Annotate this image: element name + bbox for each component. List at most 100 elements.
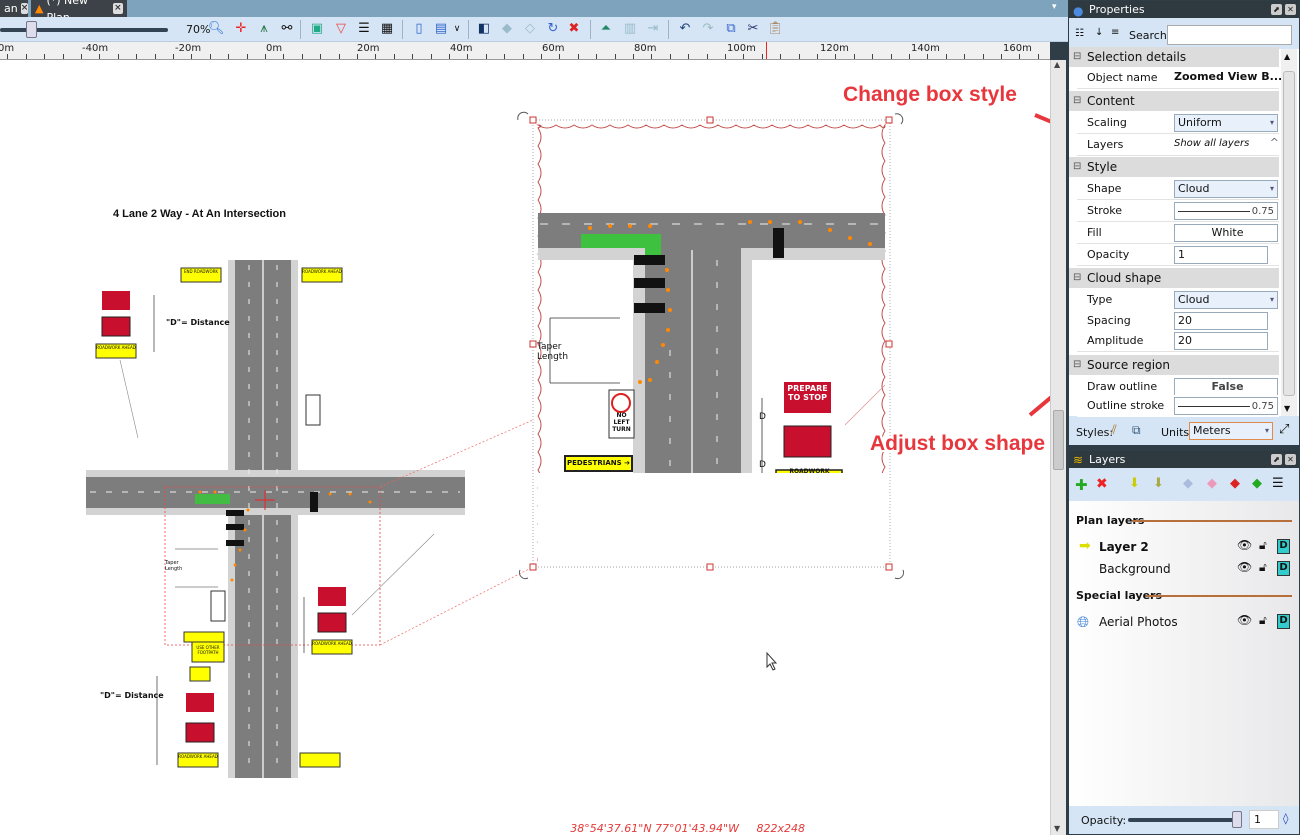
styles-icon[interactable]: ⫽ — [1111, 423, 1117, 438]
undo-icon[interactable]: ↶ — [677, 21, 693, 37]
send-back-icon[interactable]: ◇ — [522, 21, 538, 37]
spacing-input[interactable]: 20 — [1174, 312, 1268, 330]
cut-icon[interactable]: ✂ — [745, 21, 761, 37]
display-icon[interactable]: D — [1277, 561, 1290, 576]
scroll-down-icon[interactable]: ▼ — [1054, 824, 1060, 833]
display-icon[interactable]: D — [1277, 614, 1290, 629]
units-dropdown[interactable]: Meters — [1189, 422, 1273, 440]
crosshair-icon[interactable]: ✛ — [233, 21, 249, 37]
layer-row-aerial-photos[interactable]: 🌐︎ Aerial Photos 👁︎ 🔓︎ D — [1069, 613, 1299, 633]
flip-icon[interactable]: ⏶ — [598, 21, 614, 37]
stroke-field[interactable]: 0.75 — [1174, 202, 1278, 220]
scrollbar-thumb[interactable] — [1053, 410, 1064, 470]
close-icon[interactable]: ✕ — [1285, 454, 1296, 465]
layer-opacity-input[interactable]: 1 — [1249, 810, 1279, 829]
scroll-up-icon[interactable]: ▲ — [1054, 60, 1060, 69]
layer-opacity-slider-handle[interactable] — [1232, 811, 1242, 828]
object-name-value[interactable]: Zoomed View B... — [1174, 70, 1282, 83]
outline-stroke-field[interactable]: 0.75 — [1174, 397, 1278, 415]
layer-properties-icon[interactable]: ☰ — [1272, 476, 1284, 491]
visibility-eye-icon[interactable]: 👁︎ — [1237, 560, 1252, 574]
style-manager-icon[interactable]: ⧉ — [1132, 423, 1141, 438]
layer-top-icon[interactable]: ◆ — [1230, 476, 1240, 491]
section-cloud-shape[interactable]: Cloud shape — [1069, 268, 1279, 288]
merge-layer-icon[interactable]: ⬇ — [1153, 476, 1164, 491]
distribute-icon[interactable]: ⇥ — [645, 21, 661, 37]
ruler-tick — [890, 54, 892, 59]
vertical-scrollbar[interactable]: ▲ ▼ — [1050, 60, 1066, 835]
properties-scrollbar[interactable]: ▲ ▼ — [1281, 49, 1297, 416]
table-icon[interactable]: ▦ — [379, 21, 395, 37]
paste-icon[interactable]: 📋︎ — [767, 21, 784, 37]
plan-canvas[interactable]: 4 Lane 2 Way - At An Intersection "D"= D… — [0, 60, 1050, 835]
shape-dropdown[interactable]: Cloud — [1174, 180, 1278, 198]
search-input[interactable] — [1167, 25, 1292, 45]
section-content[interactable]: Content — [1069, 91, 1279, 111]
group-icon[interactable]: ◧ — [476, 21, 492, 37]
sort-icon[interactable]: ↓ — [1095, 27, 1103, 38]
import-layer-icon[interactable]: ⬇ — [1129, 476, 1140, 491]
close-icon[interactable]: ✕ — [1285, 4, 1296, 15]
draw-outline-toggle[interactable]: False — [1174, 378, 1278, 396]
fill-field[interactable]: White — [1174, 224, 1278, 242]
layer-opacity-slider[interactable] — [1128, 818, 1242, 822]
redo-icon[interactable]: ↷ — [700, 21, 716, 37]
layer-bottom-icon[interactable]: ◆ — [1252, 476, 1262, 491]
section-selection-details[interactable]: Selection details — [1069, 47, 1279, 67]
scrollbar-thumb[interactable] — [1283, 71, 1295, 396]
lock-icon[interactable]: 🔓︎ — [1259, 613, 1267, 628]
layer-row-layer-2[interactable]: ➡ Layer 2 👁︎ 🔓︎ D — [1069, 538, 1299, 558]
close-icon[interactable]: × — [112, 3, 123, 14]
list-view-icon[interactable]: ≡ — [1111, 27, 1119, 38]
chevron-down-icon[interactable]: ∨ — [449, 21, 465, 37]
list-icon[interactable]: ☰ — [356, 21, 372, 37]
categorized-view-icon[interactable]: ☷ — [1075, 28, 1084, 39]
opacity-spinner-icon[interactable]: ◊ — [1283, 812, 1288, 825]
section-style[interactable]: Style — [1069, 157, 1279, 177]
rotate-icon[interactable]: ↻ — [545, 21, 561, 37]
layer-row-background[interactable]: Background 👁︎ 🔓︎ D — [1069, 560, 1299, 580]
measure-icon[interactable]: ⩚ — [256, 21, 272, 37]
opacity-input[interactable]: 1 — [1174, 246, 1268, 264]
tab-new-plan[interactable]: ▲(*) New Plan× — [31, 0, 127, 24]
image-icon[interactable]: ▣ — [309, 21, 325, 37]
tab-plan[interactable]: an × — [0, 0, 29, 17]
zoom-slider-handle[interactable] — [26, 21, 37, 38]
move-down-layer-icon[interactable]: ◆ — [1207, 476, 1217, 491]
ruler-tick — [393, 54, 395, 59]
lock-icon[interactable]: 🔓︎ — [1259, 538, 1267, 553]
annotation-adjust-box-shape: Adjust box shape — [870, 432, 1046, 455]
tab-menu-icon[interactable]: ▾ — [1052, 2, 1057, 12]
align-icon[interactable]: ▥ — [622, 21, 638, 37]
pin-icon[interactable]: ⬈ — [1271, 454, 1282, 465]
ruler-tick — [614, 54, 616, 59]
ruler-tick — [669, 54, 671, 59]
scaling-dropdown[interactable]: Uniform — [1174, 114, 1278, 132]
lock-icon[interactable]: 🔓︎ — [1259, 560, 1267, 575]
page-icon[interactable]: ▯ — [411, 21, 427, 37]
binoculars-icon[interactable]: ⚯ — [279, 21, 295, 37]
active-layer-arrow-icon: ➡ — [1079, 538, 1091, 554]
copy-icon[interactable]: ⧉ — [723, 21, 739, 37]
yield-icon[interactable]: ▽ — [333, 21, 349, 37]
expand-icon[interactable]: ⤢ — [1279, 422, 1289, 437]
scroll-up-icon[interactable]: ▲ — [1284, 52, 1290, 61]
bring-forward-icon[interactable]: ◆ — [499, 21, 515, 37]
move-up-layer-icon[interactable]: ◆ — [1183, 476, 1193, 491]
display-icon[interactable]: D — [1277, 539, 1290, 554]
section-source-region[interactable]: Source region — [1069, 355, 1279, 375]
visibility-eye-icon[interactable]: 👁︎ — [1237, 613, 1252, 627]
amplitude-input[interactable]: 20 — [1174, 332, 1268, 350]
scroll-down-icon[interactable]: ▼ — [1284, 404, 1290, 413]
pin-icon[interactable]: ⬈ — [1271, 4, 1282, 15]
cloud-type-dropdown[interactable]: Cloud — [1174, 291, 1278, 309]
layers-value[interactable]: Show all layers — [1174, 138, 1249, 149]
page-layout-icon[interactable]: ▤ — [433, 21, 449, 37]
close-icon[interactable]: × — [20, 3, 29, 14]
add-layer-icon[interactable]: ✚ — [1075, 476, 1088, 494]
delete-icon[interactable]: ✖ — [566, 21, 582, 37]
chevron-up-icon[interactable]: ^ — [1270, 136, 1279, 149]
delete-layer-icon[interactable]: ✖ — [1096, 476, 1108, 492]
visibility-eye-icon[interactable]: 👁︎ — [1237, 538, 1252, 552]
zoom-icon[interactable]: 🔍︎ — [208, 21, 225, 37]
